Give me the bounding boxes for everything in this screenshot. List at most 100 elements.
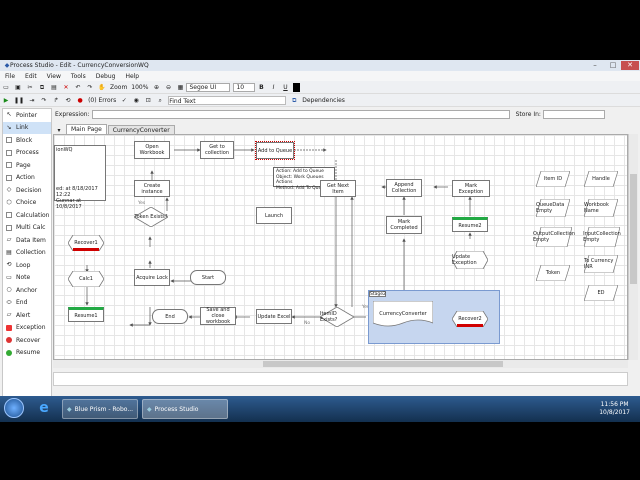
info-box[interactable]: ionWQ ed: at 8/18/2017 12:22 Gunnar at 1… bbox=[54, 145, 106, 210]
data-item-outputcollection-empty[interactable]: OutputCollection Empty bbox=[533, 227, 575, 247]
data-item-to-currency-inr[interactable]: To Currency INR bbox=[584, 255, 618, 273]
tool-pointer[interactable]: ↖ Pointer bbox=[3, 109, 51, 122]
stage-resume2[interactable]: Resume2 bbox=[452, 217, 488, 232]
tool-data-item[interactable]: ▱ Data Item bbox=[3, 234, 51, 247]
undo-icon[interactable]: ↶ bbox=[74, 83, 82, 92]
stage-recover2[interactable]: Recover2 bbox=[452, 311, 488, 327]
tab-menu-icon[interactable]: ▾ bbox=[55, 126, 63, 134]
errors-button[interactable]: (0) Errors bbox=[88, 96, 116, 105]
horizontal-scroll-thumb[interactable] bbox=[263, 361, 503, 367]
redo-icon[interactable]: ↷ bbox=[86, 83, 94, 92]
data-item-queuedata-empty[interactable]: QueueData Empty bbox=[536, 199, 570, 217]
stage-calc1[interactable]: Calc1 bbox=[68, 271, 104, 287]
menu-help[interactable]: Help bbox=[120, 73, 144, 80]
tool-action[interactable]: Action bbox=[3, 172, 51, 185]
step-icon[interactable]: ⇥ bbox=[28, 96, 36, 105]
tool-loop[interactable]: ⟲ Loop bbox=[3, 259, 51, 272]
tool-resume[interactable]: Resume bbox=[3, 347, 51, 360]
zoom-fit-icon[interactable]: ⊡ bbox=[144, 96, 152, 105]
stage-get-next-item[interactable]: Get Next Item bbox=[320, 180, 356, 197]
tab-main-page[interactable]: Main Page bbox=[66, 124, 107, 134]
stage-append-collection[interactable]: Append Collection bbox=[386, 179, 422, 197]
horizontal-scrollbar[interactable] bbox=[53, 360, 628, 368]
zoom-in-icon[interactable]: ⊕ bbox=[152, 83, 160, 92]
tool-multi-calc[interactable]: Multi Calc bbox=[3, 222, 51, 235]
close-button[interactable]: ✕ bbox=[621, 61, 639, 70]
copy-icon[interactable]: ⧉ bbox=[38, 83, 46, 92]
tool-exception[interactable]: Exception bbox=[3, 322, 51, 335]
stage-mark-completed[interactable]: Mark Completed bbox=[386, 216, 422, 234]
vertical-scroll-thumb[interactable] bbox=[630, 174, 637, 284]
run-icon[interactable]: ▶ bbox=[2, 96, 10, 105]
step-over-icon[interactable]: ↷ bbox=[40, 96, 48, 105]
menu-tools[interactable]: Tools bbox=[66, 73, 91, 80]
stage-update-exception[interactable]: Update Exception bbox=[452, 251, 488, 269]
find-icon[interactable]: ⌕ bbox=[156, 96, 164, 105]
reset-icon[interactable]: ⟲ bbox=[64, 96, 72, 105]
zoom-out-icon[interactable]: ⊖ bbox=[164, 83, 172, 92]
system-clock[interactable]: 11:56 PM 10/8/2017 bbox=[599, 401, 630, 417]
data-item-inputcollection-empty[interactable]: InputCollection Empty bbox=[583, 227, 621, 247]
data-item-handle[interactable]: Handle bbox=[584, 171, 618, 187]
tab-currency-converter[interactable]: CurrencyConverter bbox=[107, 125, 175, 134]
stage-acquire-lock[interactable]: Acquire Lock bbox=[134, 269, 170, 286]
tool-process[interactable]: Process bbox=[3, 147, 51, 160]
stage-create-instance[interactable]: Create instance bbox=[134, 180, 170, 197]
tool-collection[interactable]: ▤ Collection bbox=[3, 247, 51, 260]
tool-end[interactable]: ⬭ End bbox=[3, 297, 51, 310]
menu-edit[interactable]: Edit bbox=[20, 73, 42, 80]
stage-currency-converter[interactable]: CurrencyConverter bbox=[373, 301, 433, 327]
font-name-select[interactable]: Segoe UI bbox=[186, 82, 231, 92]
stage-itemid-exists[interactable]: ItemID Exists? bbox=[320, 307, 354, 327]
tool-page[interactable]: Page bbox=[3, 159, 51, 172]
pause-icon[interactable]: ❚❚ bbox=[14, 96, 24, 105]
store-in-input[interactable] bbox=[542, 109, 605, 119]
tool-note[interactable]: ▭ Note bbox=[3, 272, 51, 285]
save-icon[interactable]: ▣ bbox=[14, 83, 22, 92]
pan-icon[interactable]: ✋ bbox=[98, 83, 106, 92]
stage-get-to-collection[interactable]: Get to collection bbox=[200, 141, 234, 159]
tool-calculation[interactable]: Calculation bbox=[3, 209, 51, 222]
zoom-value[interactable]: 100% bbox=[131, 83, 148, 92]
paste-icon[interactable]: ▤ bbox=[50, 83, 58, 92]
validate-icon[interactable]: ✓ bbox=[120, 96, 128, 105]
zoom-label[interactable]: Zoom bbox=[110, 83, 127, 92]
expression-input[interactable] bbox=[91, 109, 510, 119]
color-picker-icon[interactable] bbox=[293, 82, 301, 92]
new-icon[interactable]: ▭ bbox=[2, 83, 10, 92]
bold-button[interactable]: B bbox=[257, 83, 265, 92]
breakpoint-icon[interactable]: ● bbox=[76, 96, 84, 105]
stage-resume1[interactable]: Resume1 bbox=[68, 307, 104, 322]
watch-icon[interactable]: ◉ bbox=[132, 96, 140, 105]
data-item-id[interactable]: Item ID bbox=[536, 171, 570, 187]
data-item-token[interactable]: Token bbox=[536, 265, 570, 281]
stage-open-workbook[interactable]: Open Workbook bbox=[134, 141, 170, 159]
menu-debug[interactable]: Debug bbox=[91, 73, 121, 80]
cut-icon[interactable]: ✂ bbox=[26, 83, 34, 92]
data-item-workbook-name[interactable]: Workbook Name bbox=[584, 199, 618, 217]
data-item-ed[interactable]: ED bbox=[584, 285, 618, 301]
font-size-select[interactable]: 10 bbox=[233, 82, 256, 92]
dependencies-icon[interactable]: ⧉ bbox=[290, 96, 298, 105]
process-canvas[interactable]: ionWQ ed: at 8/18/2017 12:22 Gunnar at 1… bbox=[53, 134, 628, 360]
tool-alert[interactable]: ▱ Alert bbox=[3, 309, 51, 322]
menu-view[interactable]: View bbox=[42, 73, 66, 80]
grid-icon[interactable]: ▦ bbox=[176, 83, 184, 92]
tool-choice[interactable]: ⬡ Choice bbox=[3, 197, 51, 210]
start-button[interactable] bbox=[4, 398, 24, 418]
tool-link[interactable]: ↘ Link bbox=[3, 121, 51, 134]
stage-token-exists[interactable]: Token Exists? bbox=[134, 207, 168, 227]
dependencies-button[interactable]: Dependencies bbox=[302, 96, 345, 105]
tool-recover[interactable]: Recover bbox=[3, 334, 51, 347]
ie-icon[interactable]: e bbox=[35, 399, 53, 417]
stage-mark-exception[interactable]: Mark Exception bbox=[452, 180, 490, 197]
stage-save-and-close[interactable]: Save and close workbook bbox=[200, 307, 236, 325]
stage-end[interactable]: End bbox=[152, 309, 188, 324]
underline-button[interactable]: U bbox=[281, 83, 289, 92]
stage-launch[interactable]: Launch bbox=[256, 207, 292, 224]
delete-icon[interactable]: ✕ bbox=[62, 83, 70, 92]
menu-file[interactable]: File bbox=[0, 73, 20, 80]
taskbar-blue-prism[interactable]: ◆ Blue Prism - Robo... bbox=[62, 399, 138, 419]
tool-anchor[interactable]: ○ Anchor bbox=[3, 284, 51, 297]
tool-decision[interactable]: ◇ Decision bbox=[3, 184, 51, 197]
